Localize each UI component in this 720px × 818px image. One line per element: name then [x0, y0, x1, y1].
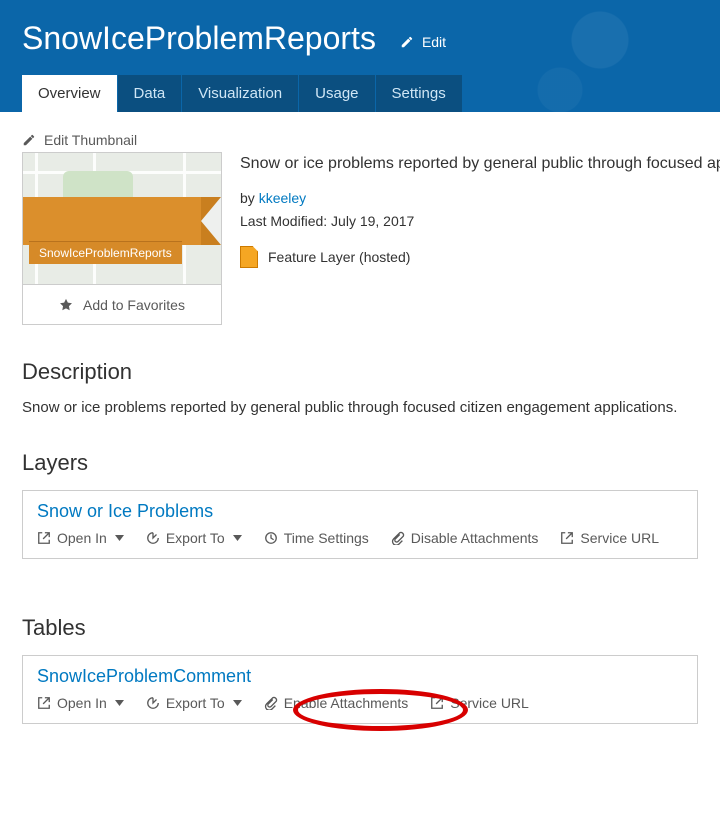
table-panel: SnowIceProblemComment Open In Export To … — [22, 655, 698, 724]
open-in-icon — [37, 696, 51, 710]
item-summary: Snow or ice problems reported by general… — [240, 152, 720, 325]
table-export-to-button[interactable]: Export To — [146, 695, 242, 711]
last-modified: Last Modified: July 19, 2017 — [240, 211, 720, 232]
thumbnail-image: SnowIceProblemReports — [22, 152, 222, 285]
item-type-label: Feature Layer (hosted) — [268, 247, 410, 268]
description-heading: Description — [22, 359, 698, 385]
export-icon — [146, 531, 160, 545]
paperclip-icon — [391, 531, 405, 545]
caret-down-icon — [233, 700, 242, 706]
layer-name-link[interactable]: Snow or Ice Problems — [37, 501, 213, 521]
add-to-favorites-label: Add to Favorites — [83, 297, 185, 313]
open-in-icon — [37, 531, 51, 545]
layer-open-in-button[interactable]: Open In — [37, 530, 124, 546]
caret-down-icon — [233, 535, 242, 541]
tab-usage[interactable]: Usage — [299, 75, 375, 112]
table-attachments-button[interactable]: Enable Attachments — [264, 695, 409, 711]
clock-icon — [264, 531, 278, 545]
edit-title-label: Edit — [422, 34, 446, 50]
author-link[interactable]: kkeeley — [259, 190, 306, 206]
summary-text: Snow or ice problems reported by general… — [240, 152, 720, 176]
external-link-icon — [560, 531, 574, 545]
tabs: Overview Data Visualization Usage Settin… — [22, 75, 698, 112]
edit-title-button[interactable]: Edit — [400, 34, 446, 50]
caret-down-icon — [115, 535, 124, 541]
tab-data[interactable]: Data — [118, 75, 183, 112]
export-icon — [146, 696, 160, 710]
byline-prefix: by — [240, 190, 259, 206]
layer-time-settings-button[interactable]: Time Settings — [264, 530, 369, 546]
tab-overview[interactable]: Overview — [22, 75, 118, 112]
layers-heading: Layers — [22, 450, 698, 476]
description-body: Snow or ice problems reported by general… — [22, 399, 698, 416]
layer-service-url-button[interactable]: Service URL — [560, 530, 659, 546]
edit-thumbnail-label: Edit Thumbnail — [44, 132, 137, 148]
pencil-icon — [22, 133, 36, 147]
layer-panel: Snow or Ice Problems Open In Export To T… — [22, 490, 698, 559]
caret-down-icon — [115, 700, 124, 706]
thumbnail-ribbon-text: SnowIceProblemReports — [29, 241, 182, 264]
tab-settings[interactable]: Settings — [376, 75, 463, 112]
tables-heading: Tables — [22, 615, 698, 641]
tab-visualization[interactable]: Visualization — [182, 75, 299, 112]
star-icon — [59, 298, 73, 312]
add-to-favorites-button[interactable]: Add to Favorites — [22, 285, 222, 325]
paperclip-icon — [264, 696, 278, 710]
table-name-link[interactable]: SnowIceProblemComment — [37, 666, 251, 686]
page-header: SnowIceProblemReports Edit Overview Data… — [0, 0, 720, 112]
external-link-icon — [430, 696, 444, 710]
layer-export-to-button[interactable]: Export To — [146, 530, 242, 546]
table-service-url-button[interactable]: Service URL — [430, 695, 529, 711]
page-title: SnowIceProblemReports — [22, 20, 376, 57]
edit-thumbnail-button[interactable]: Edit Thumbnail — [22, 132, 137, 148]
table-open-in-button[interactable]: Open In — [37, 695, 124, 711]
pencil-icon — [400, 35, 414, 49]
feature-layer-icon — [240, 246, 258, 268]
layer-attachments-button[interactable]: Disable Attachments — [391, 530, 539, 546]
